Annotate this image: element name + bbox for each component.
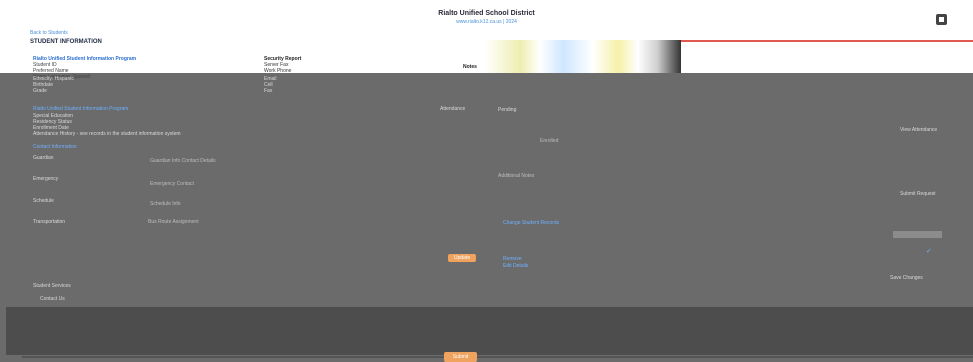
row-value: Emergency Contact bbox=[150, 181, 194, 187]
row-value: Guardian Info Contact Details bbox=[150, 158, 216, 164]
footer-link[interactable]: Contact Us bbox=[40, 296, 65, 302]
check-icon[interactable]: ✓ bbox=[926, 248, 933, 255]
edit-details-link[interactable]: Edit Details bbox=[503, 263, 528, 269]
save-changes-link[interactable]: Save Changes bbox=[890, 275, 923, 281]
group-label: Attendance bbox=[440, 106, 466, 112]
district-title: Rialto Unified School District bbox=[438, 10, 535, 17]
status-label: Pending bbox=[498, 107, 517, 113]
view-attendance-link[interactable]: View Attendance bbox=[900, 127, 937, 133]
row-value: Schedule Info bbox=[150, 201, 181, 207]
update-button[interactable]: Update bbox=[448, 254, 477, 262]
program-link[interactable]: Rialto Unified Student Information Progr… bbox=[33, 106, 128, 112]
student-extra-line: Attendance History - see records in the … bbox=[33, 131, 181, 137]
status-label: Enrolled bbox=[540, 138, 559, 144]
student-line: Grade bbox=[33, 88, 47, 94]
contact-line: Work Phone bbox=[264, 68, 292, 74]
footer-link[interactable]: Student Services bbox=[33, 283, 71, 289]
submit-button[interactable]: Submit bbox=[444, 352, 477, 362]
row-label: Guardian bbox=[33, 155, 54, 161]
section-heading[interactable]: Contact Information bbox=[33, 144, 77, 150]
page-title: STUDENT INFORMATION bbox=[30, 39, 102, 45]
footer-band bbox=[6, 307, 973, 355]
row-label: Schedule bbox=[33, 198, 54, 204]
row-value: Bus Route Assignment bbox=[148, 219, 199, 225]
change-records-link[interactable]: Change Student Records bbox=[503, 220, 559, 226]
district-subtitle[interactable]: www.rialto.k12.ca.us | 2024 bbox=[0, 19, 973, 25]
remove-link[interactable]: Remove bbox=[503, 256, 522, 262]
bottom-divider bbox=[22, 356, 973, 358]
notes-tab[interactable]: Notes bbox=[463, 64, 477, 70]
row-label: Transportation bbox=[33, 219, 66, 225]
submit-request-link[interactable]: Submit Request bbox=[900, 191, 936, 197]
contact-line: Fax bbox=[264, 88, 273, 94]
text-input-field[interactable] bbox=[893, 231, 942, 238]
contact-block: Security Report Server Fax Work Phone bbox=[264, 56, 301, 74]
note-label: Additional Notes bbox=[498, 173, 535, 179]
row-label: Emergency bbox=[33, 176, 59, 182]
print-icon[interactable] bbox=[936, 14, 947, 25]
back-link[interactable]: Back to Students bbox=[30, 30, 68, 36]
header-photo-strip bbox=[485, 40, 681, 73]
